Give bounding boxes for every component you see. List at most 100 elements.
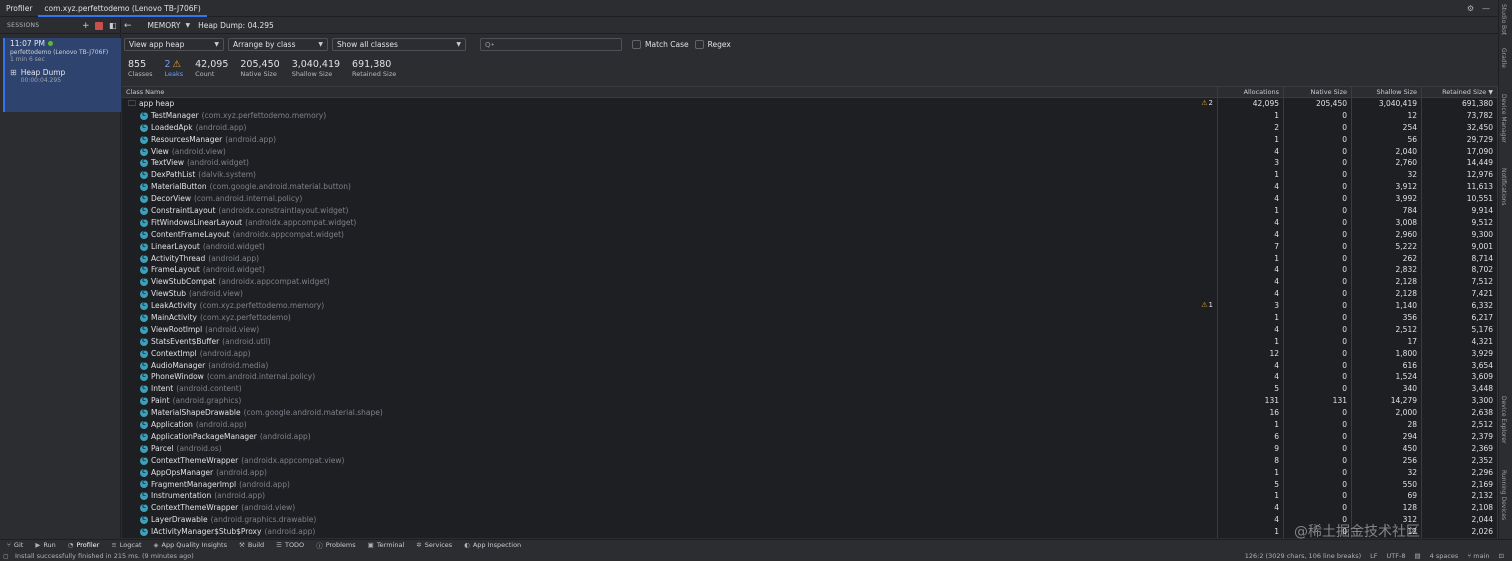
table-row[interactable]: C Paint (android.graphics) 131 131 14,279 3,30…: [122, 395, 1498, 408]
table-row[interactable]: C ViewRootImpl (android.view) 4 0 2,512 5,176: [122, 323, 1498, 336]
table-row[interactable]: C ContextThemeWrapper (android.view) 4 0 128 2…: [122, 502, 1498, 515]
indent-setting[interactable]: 4 spaces: [1430, 552, 1459, 560]
table-row[interactable]: C FitWindowsLinearLayout (androidx.appcomp…: [122, 216, 1498, 229]
vcs-branch[interactable]: ⑂ main: [1467, 552, 1489, 560]
file-encoding[interactable]: UTF-8: [1387, 552, 1406, 560]
tab-terminal[interactable]: ▣ Terminal: [368, 541, 405, 549]
tab-todo[interactable]: ☰ TODO: [276, 541, 304, 549]
table-row[interactable]: C ViewStub (android.view) 4 0 2,128 7,421: [122, 288, 1498, 301]
table-row[interactable]: C Parcel (android.os) 9 0 450 2,369: [122, 442, 1498, 455]
table-row[interactable]: C ApplicationPackageManager (android.app) 6…: [122, 430, 1498, 443]
table-row[interactable]: C ActivityThread (android.app) 1 0 262 8,714: [122, 252, 1498, 265]
table-row[interactable]: C MaterialShapeDrawable (com.google.androi…: [122, 407, 1498, 420]
table-row[interactable]: C AppOpsManager (android.app) 1 0 32 2,296: [122, 466, 1498, 479]
memory-dropdown[interactable]: MEMORY ▼: [148, 21, 191, 30]
minimize-icon[interactable]: —: [1482, 4, 1490, 13]
settings-gear-icon[interactable]: ⚙: [1467, 4, 1474, 13]
table-row[interactable]: C ResourcesManager (android.app) 1 0 56 29,729: [122, 133, 1498, 146]
table-row[interactable]: C StatsEvent$Buffer (android.util) 1 0 17 4,32…: [122, 335, 1498, 348]
match-case-checkbox[interactable]: Match Case: [632, 40, 689, 49]
table-row[interactable]: C PhoneWindow (com.android.internal.policy…: [122, 371, 1498, 384]
table-row[interactable]: C DexPathList (dalvik.system) 1 0 32 12,976: [122, 169, 1498, 182]
table-row[interactable]: C DecorView (com.android.internal.policy) 4…: [122, 193, 1498, 206]
table-row[interactable]: C ContextImpl (android.app) 12 0 1,800 3,929: [122, 347, 1498, 360]
tab-services[interactable]: ✲ Services: [416, 541, 452, 549]
session-item[interactable]: 11:07 PM perfettodemo (Lenovo TB-J706F) …: [3, 38, 121, 112]
cell-retained-size: 2,352: [1422, 454, 1498, 467]
heap-dump-title: Heap Dump: [20, 68, 66, 77]
class-icon: C: [140, 195, 148, 204]
table-row[interactable]: C AudioManager (android.media) 4 0 616 3,654: [122, 359, 1498, 372]
back-arrow-icon[interactable]: ←: [124, 21, 132, 31]
table-row[interactable]: C Application (android.app) 1 0 28 2,512: [122, 419, 1498, 431]
status-message[interactable]: Install successfully finished in 215 ms.…: [15, 552, 194, 560]
table-row[interactable]: C MaterialButton (com.google.android.mater…: [122, 181, 1498, 194]
table-row[interactable]: C ContentFrameLayout (androidx.appcompat.w…: [122, 228, 1498, 241]
package-name: (android.view): [205, 324, 260, 334]
table-row[interactable]: C LayerDrawable (android.graphics.drawable…: [122, 514, 1498, 527]
gradle-tab[interactable]: Gradle: [1500, 48, 1507, 68]
table-row[interactable]: C FragmentManagerImpl (android.app) 5 0 550 2,…: [122, 478, 1498, 491]
cell-retained-size: 2,169: [1422, 478, 1498, 491]
table-row-root[interactable]: 🗀 app heap ⚠ 2 42,095 205,450 3,040,419 6…: [122, 98, 1498, 110]
cell-allocations: 3: [1218, 157, 1284, 170]
table-row[interactable]: C Instrumentation (android.app) 1 0 69 2,132: [122, 490, 1498, 503]
device-explorer-tab[interactable]: Device Explorer: [1500, 396, 1507, 443]
studio-bot-tab[interactable]: Studio Bot: [1500, 4, 1507, 35]
column-header-native-size[interactable]: Native Size: [1284, 87, 1352, 97]
tab-logcat[interactable]: ≡ Logcat: [111, 541, 141, 549]
process-tab[interactable]: com.xyz.perfettodemo (Lenovo TB-J706F): [38, 0, 207, 17]
column-header-class-name[interactable]: Class Name: [122, 87, 1218, 97]
arrange-select[interactable]: Arrange by class ▼: [228, 38, 328, 51]
table-row[interactable]: C LoadedApk (android.app) 2 0 254 32,450: [122, 121, 1498, 134]
tab-build[interactable]: ⚒ Build: [239, 541, 264, 549]
table-row[interactable]: C ViewStubCompat (androidx.appcompat.widge…: [122, 276, 1498, 289]
table-row[interactable]: C IActivityManager$Stub$Proxy (android.app…: [122, 526, 1498, 538]
table-row[interactable]: C TestManager (com.xyz.perfettodemo.memory…: [122, 109, 1498, 122]
stat-leaks[interactable]: 2 ⚠ Leaks: [165, 59, 184, 79]
caret-position[interactable]: 126:2 (3029 chars, 106 line breaks): [1245, 552, 1361, 560]
class-name: ActivityThread: [151, 253, 206, 263]
regex-checkbox[interactable]: Regex: [694, 40, 731, 49]
tab-app-quality-insights[interactable]: ◈ App Quality Insights: [154, 541, 227, 549]
class-filter-select[interactable]: Show all classes ▼: [332, 38, 466, 51]
notifications-tab[interactable]: Notifications: [1500, 168, 1507, 206]
heap-summary: 855 Classes 2 ⚠ Leaks 42,095 Count 205,45…: [128, 59, 408, 79]
tab-problems[interactable]: ⓘ Problems: [316, 540, 355, 550]
table-row[interactable]: C LinearLayout (android.widget) 7 0 5,222 9,00…: [122, 240, 1498, 253]
cell-retained-size: 11,613: [1422, 181, 1498, 194]
class-search-input[interactable]: Q•: [480, 38, 622, 51]
table-row[interactable]: C LeakActivity (com.xyz.perfettodemo.memor…: [122, 300, 1498, 313]
cell-native-size: 0: [1284, 228, 1352, 241]
column-header-retained-size[interactable]: Retained Size ▼: [1422, 87, 1498, 97]
table-row[interactable]: C ContextThemeWrapper (androidx.appcompat.…: [122, 454, 1498, 467]
lock-icon[interactable]: ▤: [1414, 552, 1420, 560]
tab-git[interactable]: ⑂ Git: [7, 541, 23, 549]
table-row[interactable]: C FrameLayout (android.widget) 4 0 2,832 8,702: [122, 264, 1498, 277]
cell-retained-size: 3,929: [1422, 347, 1498, 360]
cell-allocations: 4: [1218, 193, 1284, 206]
stop-session-icon[interactable]: [95, 22, 103, 30]
add-session-icon[interactable]: +: [82, 21, 90, 31]
table-row[interactable]: C ConstraintLayout (androidx.constraintlay…: [122, 205, 1498, 217]
cell-allocations: 4: [1218, 228, 1284, 241]
tab-app-inspection[interactable]: ◐ App Inspection: [464, 541, 521, 549]
collapse-panel-icon[interactable]: ◧: [109, 21, 117, 30]
column-header-shallow-size[interactable]: Shallow Size: [1352, 87, 1422, 97]
table-row[interactable]: C Intent (android.content) 5 0 340 3,448: [122, 383, 1498, 396]
tab-profiler[interactable]: ◔ Profiler: [68, 541, 100, 549]
package-name: (android.app): [259, 431, 311, 441]
table-row[interactable]: C TextView (android.widget) 3 0 2,760 14,449: [122, 157, 1498, 170]
device-manager-tab[interactable]: Device Manager: [1500, 94, 1507, 143]
table-row[interactable]: C MainActivity (com.xyz.perfettodemo) 1 0 356…: [122, 312, 1498, 324]
tab-run[interactable]: ▶ Run: [35, 541, 55, 549]
column-header-allocations[interactable]: Allocations: [1218, 87, 1284, 97]
line-separator[interactable]: LF: [1370, 552, 1377, 560]
table-row[interactable]: C View (android.view) 4 0 2,040 17,090: [122, 145, 1498, 158]
heap-select[interactable]: View app heap ▼: [124, 38, 224, 51]
padlock-icon[interactable]: ⊡: [1499, 552, 1504, 560]
heap-dump-artifact[interactable]: ⊞ Heap Dump 00:00:04.295: [10, 68, 117, 84]
running-devices-tab[interactable]: Running Devices: [1500, 470, 1507, 520]
class-name: TextView: [151, 158, 184, 168]
package-name: (android.graphics): [172, 396, 242, 406]
